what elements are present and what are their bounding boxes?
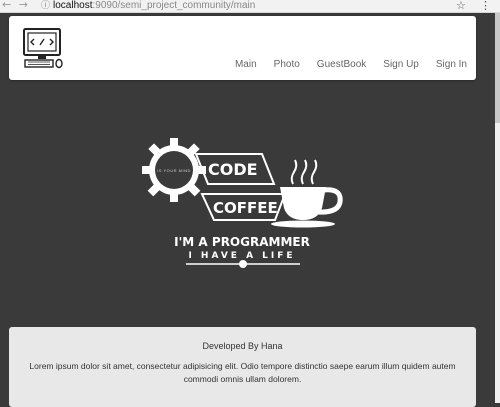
browser-menu-icon[interactable]: ⋮ xyxy=(480,0,491,12)
nav-sign-up[interactable]: Sign Up xyxy=(383,59,419,70)
code-coffee-logo: IS YOUR MIND CODE COFFEE I'M A PROGRAMME… xyxy=(142,138,343,268)
underline-dot xyxy=(239,260,247,268)
computer-icon xyxy=(23,28,63,69)
browser-toolbar: ← → ⓘ localhost:9090/semi_project_communi… xyxy=(0,0,500,13)
coffee-text: COFFEE xyxy=(213,199,278,217)
tagline-line1: I'M A PROGRAMMER xyxy=(174,235,310,249)
nav-guestbook[interactable]: GuestBook xyxy=(317,59,366,70)
nav-sign-in[interactable]: Sign In xyxy=(436,59,467,70)
page-scrollbar[interactable] xyxy=(495,13,500,403)
url-path: :9090/semi_project_community/main xyxy=(92,0,256,11)
site-logo[interactable] xyxy=(21,26,65,70)
gear-text: IS YOUR MIND xyxy=(157,168,191,173)
site-footer: Developed By Hana Lorem ipsum dolor sit … xyxy=(9,327,476,407)
url-host: localhost xyxy=(53,0,93,11)
site-navbar: Main Photo GuestBook Sign Up Sign In xyxy=(9,16,476,80)
nav-menu: Main Photo GuestBook Sign Up Sign In xyxy=(218,59,467,70)
code-text: CODE xyxy=(208,160,258,179)
nav-main[interactable]: Main xyxy=(235,59,257,70)
browser-nav-arrows[interactable]: ← → xyxy=(2,0,30,11)
hero-banner: IS YOUR MIND CODE COFFEE I'M A PROGRAMME… xyxy=(0,82,495,322)
footer-description: Lorem ipsum dolor sit amet, consectetur … xyxy=(29,361,456,384)
nav-photo[interactable]: Photo xyxy=(274,59,300,70)
coffee-cup-icon xyxy=(271,159,343,228)
address-bar[interactable]: ⓘ localhost:9090/semi_project_community/m… xyxy=(41,0,471,11)
bookmark-star-icon[interactable]: ☆ xyxy=(456,0,466,12)
info-icon[interactable]: ⓘ xyxy=(41,0,50,10)
footer-credit: Developed By Hana xyxy=(202,341,283,351)
tagline-line2: I HAVE A LIFE xyxy=(188,251,295,261)
scrollbar-thumb[interactable] xyxy=(495,13,500,123)
